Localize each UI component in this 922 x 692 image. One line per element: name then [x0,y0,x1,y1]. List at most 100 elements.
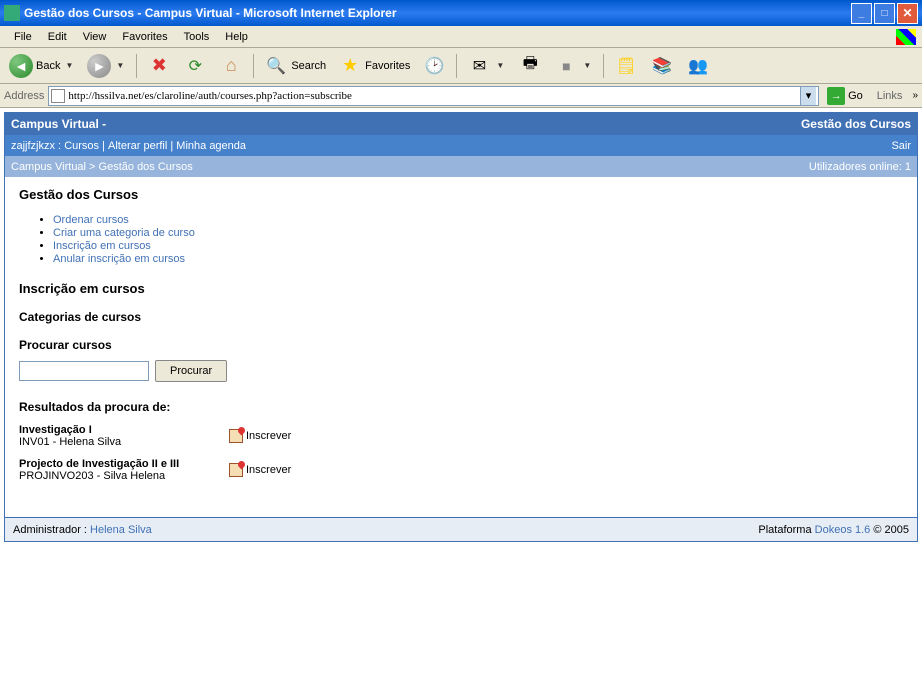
mail-icon: ✉ [467,54,491,78]
history-button[interactable]: 🕑 [417,51,451,81]
home-button[interactable]: ⌂ [214,51,248,81]
window-controls: _ □ ✕ [851,3,918,24]
users-online-count: 1 [905,161,911,173]
chevron-down-icon: ▼ [63,61,75,70]
chevron-down-icon: ▼ [494,61,506,70]
action-criar-categoria[interactable]: Criar uma categoria de curso [53,227,195,239]
page-frame: Campus Virtual - Gestão dos Cursos zajjf… [4,112,918,542]
section-title: Inscrição em cursos [19,281,903,296]
search-heading: Procurar cursos [19,338,903,352]
address-dropdown[interactable]: ▾ [800,87,816,105]
links-label[interactable]: Links [871,90,909,102]
page-icon [51,89,65,103]
nav-link-logout[interactable]: Sair [891,140,911,152]
admin-label: Administrador : [13,524,87,536]
addressbar: Address ▾ → Go Links » [0,84,922,108]
action-inscricao[interactable]: Inscrição em cursos [53,240,151,252]
content-area: Gestão dos Cursos Ordenar cursos Criar u… [5,177,917,517]
back-label: Back [36,60,60,72]
enroll-label: Inscrever [246,464,291,476]
breadcrumb: Campus Virtual > Gestão dos Cursos Utili… [5,156,917,177]
search-button[interactable]: Procurar [155,360,227,382]
list-item: Ordenar cursos [53,214,903,226]
search-button[interactable]: 🔍 Search [259,51,331,81]
menubar: File Edit View Favorites Tools Help [0,26,922,48]
separator [136,54,137,78]
books-icon: 📚 [650,54,674,78]
close-button[interactable]: ✕ [897,3,918,24]
messenger-icon: 👥 [686,54,710,78]
favorites-button[interactable]: ★ Favorites [333,51,415,81]
admin-name-link[interactable]: Helena Silva [90,524,152,536]
search-input[interactable] [19,361,149,381]
menu-file[interactable]: File [6,29,40,45]
chevron-right-icon[interactable]: » [912,90,918,101]
note-icon: 🗒 [614,54,638,78]
star-icon: ★ [338,54,362,78]
results-heading: Resultados da procura de: [19,400,903,414]
menu-favorites[interactable]: Favorites [114,29,175,45]
favorites-label: Favorites [365,60,410,72]
refresh-button[interactable]: ⟳ [178,51,212,81]
platform-label: Plataforma [758,524,811,536]
categories-heading: Categorias de cursos [19,310,903,324]
back-button[interactable]: ◄ Back ▼ [4,51,80,81]
result-course: Investigação I INV01 - Helena Silva [19,424,229,448]
windows-flag-icon [896,29,916,45]
menu-help[interactable]: Help [217,29,256,45]
page-title: Gestão dos Cursos [19,187,903,202]
back-icon: ◄ [9,54,33,78]
go-label: Go [848,90,863,102]
edit-icon: ■ [554,54,578,78]
nav-sep: | [167,140,176,152]
search-icon: 🔍 [264,54,288,78]
breadcrumb-sep: > [86,161,99,173]
address-input[interactable] [68,90,800,102]
enroll-link[interactable]: Inscrever [229,429,291,443]
go-button[interactable]: → Go [823,87,867,105]
forward-button[interactable]: ► ▼ [82,51,131,81]
result-row: Investigação I INV01 - Helena Silva Insc… [19,424,903,448]
page-footer: Administrador : Helena Silva Plataforma … [5,517,917,541]
users-online: Utilizadores online: 1 [809,161,911,173]
nav-link-perfil[interactable]: Alterar perfil [108,140,167,152]
breadcrumb-root[interactable]: Campus Virtual [11,161,86,173]
action-ordenar[interactable]: Ordenar cursos [53,214,129,226]
mail-button[interactable]: ✉ ▼ [462,51,511,81]
menu-tools[interactable]: Tools [176,29,218,45]
separator [456,54,457,78]
list-item: Criar uma categoria de curso [53,227,903,239]
result-title: Projecto de Investigação II e III [19,458,229,470]
research-button[interactable]: 📚 [645,51,679,81]
nav-link-cursos[interactable]: Cursos [64,140,99,152]
search-form: Procurar [19,360,903,382]
maximize-button[interactable]: □ [874,3,895,24]
nav-link-agenda[interactable]: Minha agenda [176,140,246,152]
menu-view[interactable]: View [75,29,115,45]
action-anular[interactable]: Anular inscrição em cursos [53,253,185,265]
edit-button[interactable]: ■ ▼ [549,51,598,81]
toolbar: ◄ Back ▼ ► ▼ ✖ ⟳ ⌂ 🔍 Search ★ Favorites … [0,48,922,84]
breadcrumb-current: Gestão dos Cursos [99,161,193,173]
search-label: Search [291,60,326,72]
enroll-icon [229,429,243,443]
menu-edit[interactable]: Edit [40,29,75,45]
print-button[interactable]: 🖶 [513,51,547,81]
platform-link[interactable]: Dokeos 1.6 [815,524,871,536]
chevron-down-icon: ▼ [114,61,126,70]
messenger-button[interactable]: 👥 [681,51,715,81]
discuss-button[interactable]: 🗒 [609,51,643,81]
history-icon: 🕑 [422,54,446,78]
stop-button[interactable]: ✖ [142,51,176,81]
nav-sep: | [99,140,108,152]
result-title: Investigação I [19,424,229,436]
site-header: Campus Virtual - Gestão dos Cursos [5,113,917,135]
home-icon: ⌂ [219,54,243,78]
go-icon: → [827,87,845,105]
stop-icon: ✖ [147,54,171,78]
site-title: Campus Virtual - [11,117,106,131]
minimize-button[interactable]: _ [851,3,872,24]
result-subtitle: INV01 - Helena Silva [19,436,229,448]
app-icon [4,5,20,21]
enroll-link[interactable]: Inscrever [229,463,291,477]
